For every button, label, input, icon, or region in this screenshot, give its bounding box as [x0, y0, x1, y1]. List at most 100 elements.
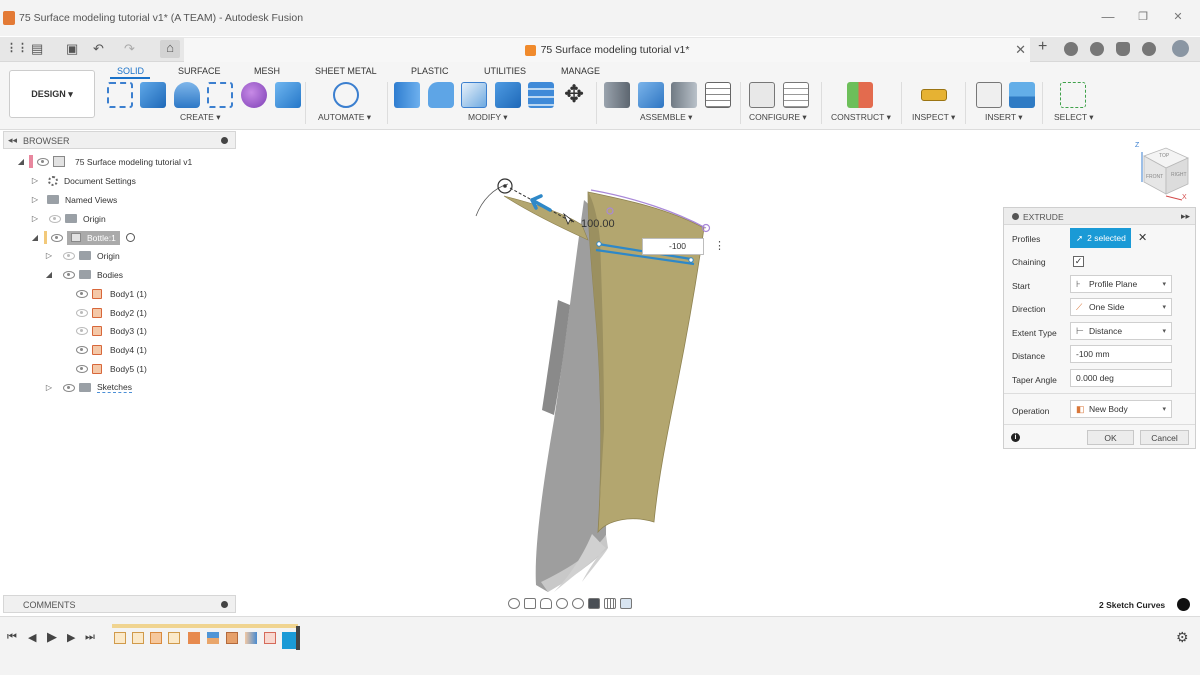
as-built-joint-icon[interactable] — [671, 82, 697, 108]
close-window-button[interactable]: ✕ — [1171, 10, 1185, 24]
document-tab[interactable]: 75 Surface modeling tutorial v1* ✕ — [184, 38, 1030, 62]
extensions-icon[interactable] — [1064, 42, 1078, 56]
visibility-eye-icon[interactable] — [51, 233, 63, 242]
browser-collapse-icon[interactable]: ◂◂ — [8, 135, 17, 146]
new-tab-icon[interactable]: + — [1038, 38, 1054, 56]
shell-icon[interactable] — [461, 82, 487, 108]
pan-hand-icon[interactable] — [540, 597, 552, 609]
extrude-icon[interactable] — [140, 82, 166, 108]
more-options-icon[interactable]: ⋮ — [714, 239, 725, 252]
look-at-icon[interactable] — [524, 597, 536, 609]
visibility-eye-icon[interactable] — [76, 364, 88, 373]
comments-panel-header[interactable]: COMMENTS — [3, 595, 236, 613]
redo-icon[interactable]: ↷ — [124, 41, 135, 57]
help-icon[interactable] — [1142, 42, 1156, 56]
restore-button[interactable]: ❐ — [1136, 10, 1150, 24]
profiles-selection-button[interactable]: ➚ 2 selected — [1070, 228, 1131, 248]
new-component-icon[interactable] — [604, 82, 630, 108]
insert-menu[interactable]: INSERT ▾ — [985, 112, 1023, 123]
job-status-icon[interactable] — [1090, 42, 1104, 56]
fit-zoom-icon[interactable] — [572, 597, 584, 609]
tree-item-body2[interactable]: Body2 (1) — [72, 304, 147, 321]
timeline-feature-patch[interactable] — [264, 632, 276, 644]
tree-item-root[interactable]: ◢ 75 Surface modeling tutorial v1 — [16, 153, 192, 170]
comments-add-icon[interactable] — [221, 601, 228, 608]
inspect-menu[interactable]: INSPECT ▾ — [912, 112, 955, 123]
tree-item-body3[interactable]: Body3 (1) — [72, 322, 147, 339]
timeline-track[interactable] — [112, 624, 300, 652]
viewcube-right-face[interactable]: RIGHT — [1171, 172, 1187, 178]
canvas-image-icon[interactable] — [1009, 82, 1035, 108]
ok-button[interactable]: OK — [1087, 430, 1134, 445]
create-menu[interactable]: CREATE ▾ — [180, 112, 220, 123]
distance-input-value[interactable]: -100 — [669, 241, 686, 251]
browser-panel-header[interactable]: ◂◂ BROWSER — [3, 131, 236, 149]
browser-pin-icon[interactable] — [221, 137, 228, 144]
tree-item-named-views[interactable]: ▷ Named Views — [30, 191, 117, 208]
taper-angle-value[interactable]: 0.000 deg — [1076, 373, 1114, 383]
collapse-triangle-icon[interactable]: ◢ — [44, 270, 54, 279]
taper-angle-field[interactable]: 0.000 deg — [1070, 369, 1172, 387]
flap-surface[interactable] — [503, 195, 589, 241]
file-menu-icon[interactable]: ▤ — [31, 41, 43, 57]
tab-solid[interactable]: SOLID — [117, 66, 144, 76]
dialog-expand-icon[interactable]: ▸▸ — [1181, 211, 1190, 222]
timeline-marker[interactable] — [296, 626, 300, 650]
undo-icon[interactable]: ↶ — [93, 41, 104, 57]
extrude-dialog-header[interactable]: EXTRUDE ▸▸ — [1004, 208, 1195, 225]
configuration-table-icon[interactable] — [783, 82, 809, 108]
tab-plastic[interactable]: PLASTIC — [411, 66, 449, 76]
expand-triangle-icon[interactable]: ▷ — [44, 251, 54, 260]
fillet-icon[interactable] — [428, 82, 454, 108]
timeline-feature-split[interactable] — [207, 632, 219, 644]
workspace-switcher-button[interactable]: DESIGN ▾ — [9, 70, 95, 118]
hidden-eye-icon[interactable] — [49, 214, 61, 223]
timeline-feature-active-extrude[interactable] — [282, 632, 297, 649]
tree-item-bodies[interactable]: ◢ Bodies — [44, 266, 123, 283]
tab-manage[interactable]: MANAGE — [561, 66, 600, 76]
grid-settings-icon[interactable] — [604, 597, 616, 609]
offset-plane-icon[interactable] — [847, 82, 873, 108]
chaining-checkbox[interactable]: ✓ — [1073, 256, 1084, 267]
direction-select[interactable]: ⟋ One Side ▾ — [1070, 298, 1172, 316]
create-sketch-icon[interactable] — [107, 82, 133, 108]
viewports-icon[interactable] — [620, 597, 632, 609]
step-forward-icon[interactable]: ▶ — [67, 631, 75, 644]
move-copy-icon[interactable]: ✥ — [561, 82, 587, 108]
play-icon[interactable]: ▶ — [47, 629, 57, 645]
visibility-eye-icon[interactable] — [76, 345, 88, 354]
zoom-icon[interactable] — [556, 597, 568, 609]
form-icon[interactable] — [241, 82, 267, 108]
timeline-feature-combine[interactable] — [226, 632, 238, 644]
operation-select[interactable]: ◧ New Body ▾ — [1070, 400, 1172, 418]
box-icon[interactable] — [275, 82, 301, 108]
step-back-icon[interactable]: ◀ — [28, 631, 36, 644]
tree-item-sketches[interactable]: ▷ Sketches — [44, 379, 132, 396]
cancel-button[interactable]: Cancel — [1140, 430, 1189, 445]
select-menu[interactable]: SELECT ▾ — [1054, 112, 1094, 123]
configure-icon[interactable] — [749, 82, 775, 108]
info-icon[interactable]: i — [1011, 433, 1020, 442]
tab-utilities[interactable]: UTILITIES — [484, 66, 526, 76]
expand-triangle-icon[interactable]: ▷ — [30, 195, 40, 204]
visibility-eye-icon[interactable] — [76, 289, 88, 298]
orbit-icon[interactable] — [508, 597, 520, 609]
dialog-collapse-icon[interactable] — [1012, 213, 1019, 220]
minimize-button[interactable]: — — [1101, 10, 1115, 24]
automate-menu[interactable]: AUTOMATE ▾ — [318, 112, 371, 123]
hidden-eye-icon[interactable] — [76, 326, 88, 335]
selection-filter-icon[interactable] — [1177, 598, 1190, 611]
combine-icon[interactable] — [495, 82, 521, 108]
insert-derive-icon[interactable] — [976, 82, 1002, 108]
close-tab-icon[interactable]: ✕ — [1015, 42, 1026, 58]
configure-menu[interactable]: CONFIGURE ▾ — [749, 112, 807, 123]
tab-surface[interactable]: SURFACE — [178, 66, 221, 76]
timeline-feature-sketch[interactable] — [132, 632, 144, 644]
joint-icon[interactable] — [638, 82, 664, 108]
clear-selection-icon[interactable]: ✕ — [1138, 231, 1147, 244]
app-grid-icon[interactable]: ⋮⋮ — [6, 41, 28, 54]
viewcube-front-face[interactable]: FRONT — [1146, 174, 1163, 180]
viewcube[interactable]: Z X TOP FRONT RIGHT — [1134, 142, 1192, 204]
visibility-eye-icon[interactable] — [37, 157, 49, 166]
select-icon[interactable] — [1060, 82, 1086, 108]
